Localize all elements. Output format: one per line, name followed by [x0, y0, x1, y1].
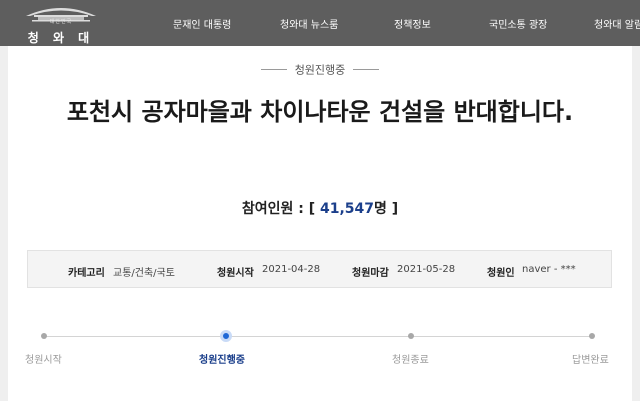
participant-count: 참여인원 : [ 41,547명 ] — [0, 198, 640, 218]
petition-status: 청원진행중 — [0, 59, 640, 78]
step-dot-answered — [589, 333, 595, 339]
step-label-closed: 청원종료 — [392, 355, 429, 366]
progress-track — [44, 336, 592, 337]
petitioner-label: 청원인 — [487, 268, 515, 279]
nav-item-policy[interactable]: 정책정보 — [394, 16, 431, 31]
status-divider-right — [353, 69, 380, 70]
nav-item-newsroom[interactable]: 청와대 뉴스룸 — [280, 16, 338, 31]
right-gutter — [632, 46, 640, 401]
category-label: 카테고리 — [68, 268, 105, 279]
step-label-answered: 답변완료 — [572, 355, 609, 366]
end-date-label: 청원마감 — [352, 268, 389, 279]
category-value: 교통/건축/국토 — [113, 268, 175, 279]
participant-suffix: 명 ] — [374, 201, 399, 217]
petition-title: 포천시 공자마을과 차이나타운 건설을 반대합니다. — [66, 98, 574, 126]
step-label-start: 청원시작 — [25, 355, 62, 366]
status-divider-left — [260, 69, 287, 70]
left-gutter — [0, 46, 8, 401]
nav-item-president[interactable]: 문재인 대통령 — [173, 16, 231, 31]
status-label: 청원진행중 — [294, 63, 346, 77]
step-label-in-progress: 청원진행중 — [199, 355, 245, 366]
end-date-value: 2021-05-28 — [397, 264, 456, 275]
step-dot-in-progress — [220, 330, 232, 342]
step-dot-closed — [408, 333, 414, 339]
logo-site-name: 청 와 대 — [27, 31, 95, 45]
start-date-label: 청원시작 — [217, 268, 254, 279]
nav-item-public-square[interactable]: 국민소통 광장 — [489, 16, 547, 31]
nav-item-notices[interactable]: 청와대 알림 — [594, 16, 640, 31]
petition-info-box: 카테고리 교통/건축/국토 청원시작 2021-04-28 청원마감 2021-… — [27, 250, 612, 288]
site-logo[interactable]: 대한민국 청 와 대 — [18, 2, 104, 45]
step-dot-start — [41, 333, 47, 339]
participant-label: 참여인원 : [ — [241, 201, 320, 217]
start-date-value: 2021-04-28 — [262, 264, 321, 275]
participant-number: 41,547 — [319, 201, 374, 217]
petitioner-value: naver - *** — [522, 264, 576, 275]
logo-country-text: 대한민국 — [49, 19, 73, 25]
top-navigation-bar: 대한민국 청 와 대 문재인 대통령 청와대 뉴스룸 정책정보 국민소통 광장 … — [0, 0, 640, 46]
